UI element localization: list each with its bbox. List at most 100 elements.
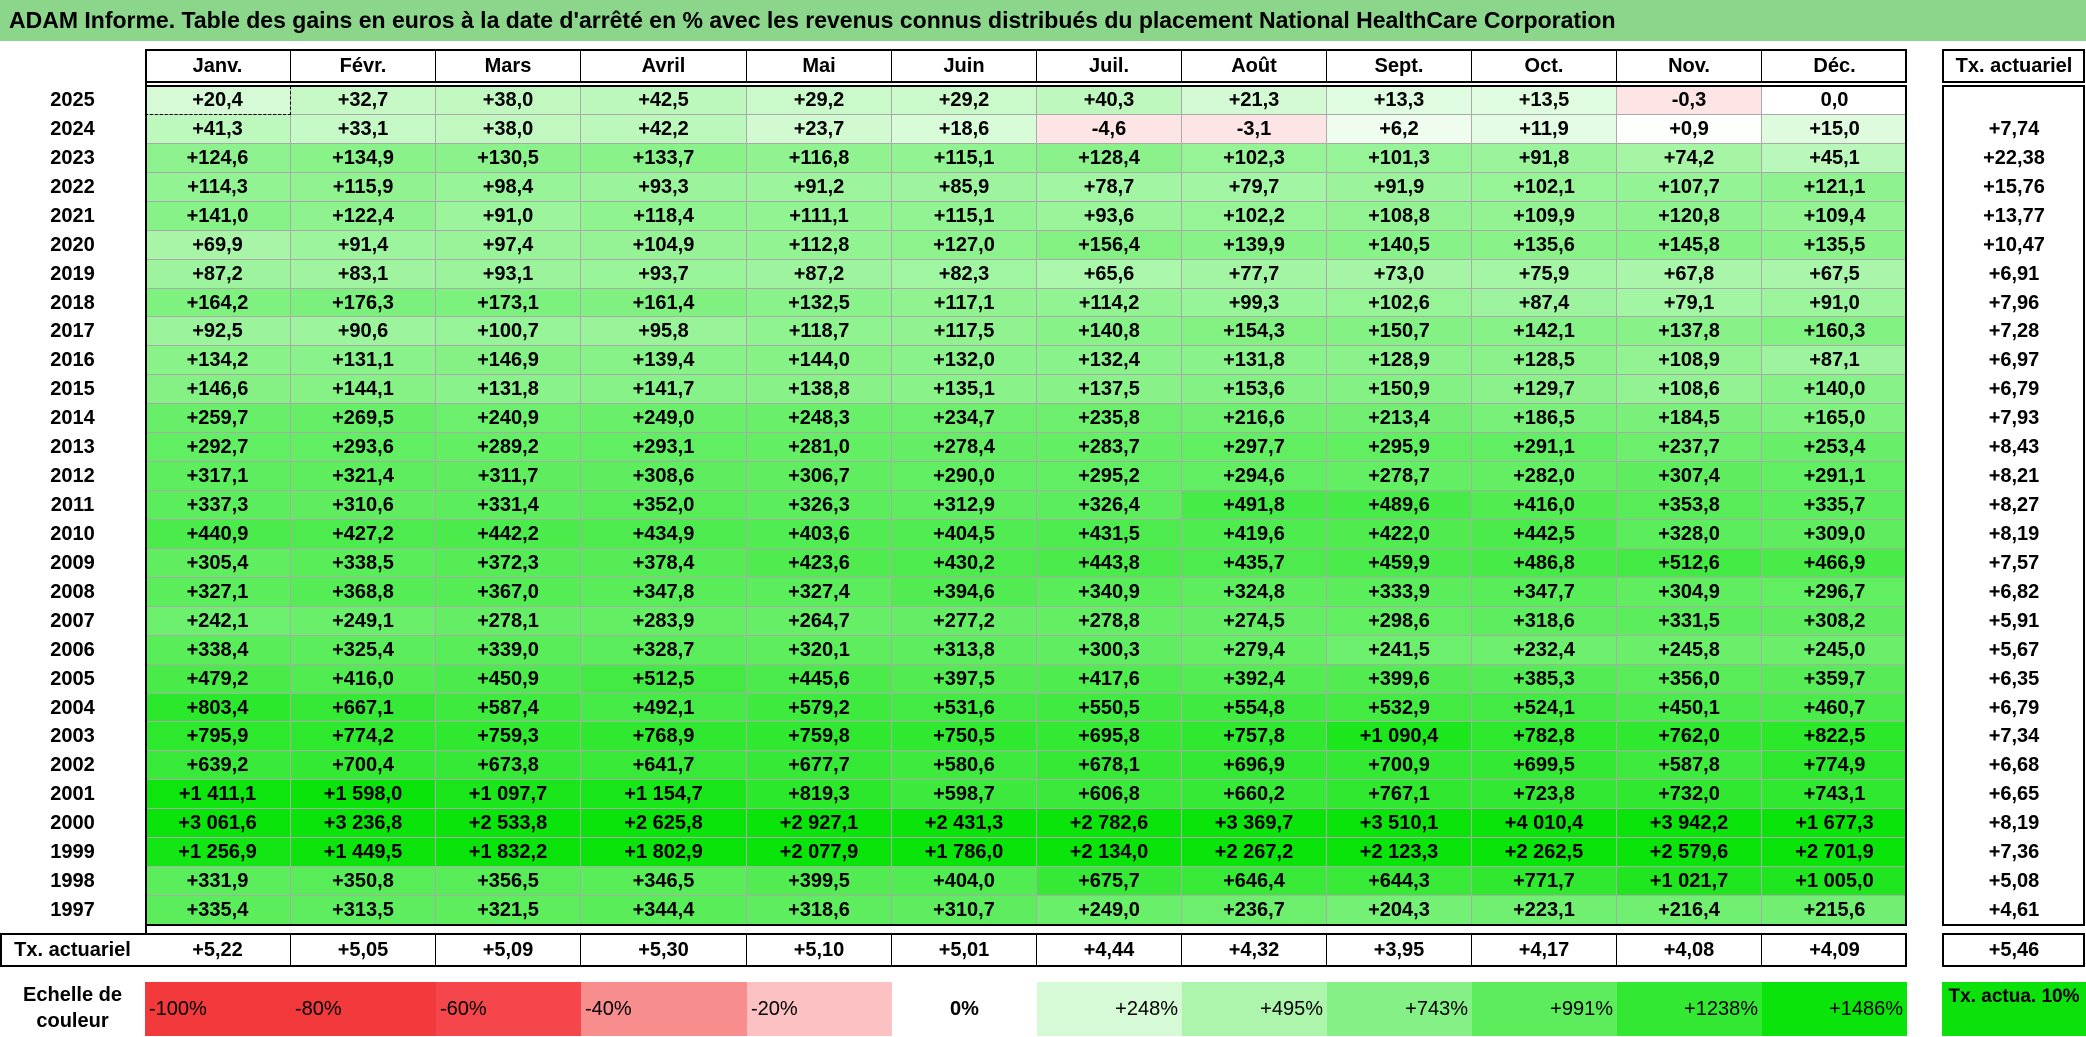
- row-year-label: 2015: [0, 375, 145, 405]
- heatmap-cell: +104,9: [581, 230, 747, 260]
- row-year-label: 2007: [0, 606, 145, 636]
- heatmap-cell: +146,6: [145, 375, 291, 405]
- heatmap-cell: +423,6: [747, 548, 892, 578]
- color-scale-step: +991%: [1472, 982, 1617, 1036]
- heatmap-cell: +40,3: [1037, 86, 1182, 115]
- heatmap-cell: +312,9: [892, 491, 1037, 520]
- heatmap-cell: +74,2: [1617, 143, 1762, 173]
- heatmap-cell: +819,3: [747, 780, 892, 810]
- row-year-label: 2024: [0, 114, 145, 144]
- heatmap-cell: +11,9: [1472, 114, 1617, 144]
- heatmap-cell: +38,0: [436, 114, 581, 144]
- heatmap-cell: +378,4: [581, 548, 747, 578]
- heatmap-cell: +232,4: [1472, 635, 1617, 665]
- column-header: Août: [1182, 49, 1327, 83]
- heatmap-cell: +404,5: [892, 519, 1037, 549]
- heatmap-cell: +699,5: [1472, 751, 1617, 781]
- heatmap-cell: +732,0: [1617, 780, 1762, 810]
- heatmap-cell: +99,3: [1182, 288, 1327, 318]
- heatmap-cell: +140,0: [1762, 375, 1907, 405]
- heatmap-cell: +142,1: [1472, 317, 1617, 347]
- rate-cell: +7,28: [1942, 317, 2086, 347]
- heatmap-cell: +165,0: [1762, 404, 1907, 434]
- heatmap-cell: +306,7: [747, 462, 892, 491]
- heatmap-cell: +132,0: [892, 346, 1037, 376]
- heatmap-cell: +283,7: [1037, 433, 1182, 463]
- heatmap-cell: +2 077,9: [747, 838, 892, 868]
- heatmap-cell: +117,1: [892, 288, 1037, 318]
- heatmap-cell: +491,8: [1182, 491, 1327, 520]
- heatmap-cell: +416,0: [291, 664, 436, 694]
- heatmap-cell: +128,5: [1472, 346, 1617, 376]
- heatmap-cell: +164,2: [145, 288, 291, 318]
- heatmap-cell: +245,0: [1762, 635, 1907, 665]
- heatmap-cell: +42,2: [581, 114, 747, 144]
- heatmap-cell: +350,8: [291, 867, 436, 897]
- heatmap-cell: +313,5: [291, 896, 436, 925]
- column-header: Oct.: [1472, 49, 1617, 83]
- rate-cell: +10,47: [1942, 230, 2086, 260]
- heatmap-cell: +236,7: [1182, 896, 1327, 925]
- rate-cell: +7,34: [1942, 722, 2086, 752]
- column-header: Févr.: [291, 49, 436, 83]
- heatmap-cell: +289,2: [436, 433, 581, 463]
- heatmap-cell: +1 598,0: [291, 780, 436, 810]
- heatmap-cell: +42,5: [581, 86, 747, 115]
- heatmap-cell: +109,4: [1762, 201, 1907, 231]
- heatmap-cell: +277,2: [892, 606, 1037, 636]
- heatmap-cell: +338,5: [291, 548, 436, 578]
- heatmap-cell: +822,5: [1762, 722, 1907, 752]
- heatmap-cell: +340,9: [1037, 577, 1182, 607]
- heatmap-cell: +245,8: [1617, 635, 1762, 665]
- heatmap-cell: +606,8: [1037, 780, 1182, 810]
- rate-cell: +6,79: [1942, 693, 2086, 723]
- heatmap-cell: +150,7: [1327, 317, 1472, 347]
- heatmap-cell: +443,8: [1037, 548, 1182, 578]
- heatmap-cell: +307,4: [1617, 462, 1762, 491]
- heatmap-cell: +450,1: [1617, 693, 1762, 723]
- heatmap-cell: +486,8: [1472, 548, 1617, 578]
- heatmap-cell: +69,9: [145, 230, 291, 260]
- heatmap-cell: +2 701,9: [1762, 838, 1907, 868]
- heatmap-cell: +128,4: [1037, 143, 1182, 173]
- heatmap-cell: -4,6: [1037, 114, 1182, 144]
- heatmap-cell: +115,1: [892, 143, 1037, 173]
- heatmap-cell: +1 154,7: [581, 780, 747, 810]
- heatmap-cell: +130,5: [436, 143, 581, 173]
- heatmap-cell: +430,2: [892, 548, 1037, 578]
- heatmap-cell: -0,3: [1617, 86, 1762, 115]
- rate-cell: +6,68: [1942, 751, 2086, 781]
- row-year-label: 2018: [0, 288, 145, 318]
- heatmap-cell: +762,0: [1617, 722, 1762, 752]
- heatmap-cell: +234,7: [892, 404, 1037, 434]
- heatmap-cell: +83,1: [291, 259, 436, 289]
- heatmap-cell: +156,4: [1037, 230, 1182, 260]
- heatmap-cell: +2 262,5: [1472, 838, 1617, 868]
- heatmap-cell: +782,8: [1472, 722, 1617, 752]
- heatmap-cell: +644,3: [1327, 867, 1472, 897]
- heatmap-cell: +141,7: [581, 375, 747, 405]
- heatmap-cell: +1 090,4: [1327, 722, 1472, 752]
- summary-row-label: Tx. actuariel: [0, 933, 145, 967]
- column-header: Déc.: [1762, 49, 1907, 83]
- heatmap-cell: +1 802,9: [581, 838, 747, 868]
- heatmap-cell: +91,2: [747, 172, 892, 202]
- column-header: Avril: [581, 49, 747, 83]
- heatmap-cell: +112,8: [747, 230, 892, 260]
- heatmap-cell: +135,6: [1472, 230, 1617, 260]
- heatmap-cell: +550,5: [1037, 693, 1182, 723]
- heatmap-cell: +771,7: [1472, 867, 1617, 897]
- summary-cell: +4,08: [1617, 933, 1762, 967]
- heatmap-cell: +213,4: [1327, 404, 1472, 434]
- heatmap-cell: +78,7: [1037, 172, 1182, 202]
- heatmap-cell: +291,1: [1762, 462, 1907, 491]
- heatmap-cell: +283,9: [581, 606, 747, 636]
- summary-cell: +5,30: [581, 933, 747, 967]
- heatmap-cell: +87,4: [1472, 288, 1617, 318]
- heatmap-table: Janv. Févr. Mars Avril Mai Juin Juil. Août Sept.…: [0, 0, 2086, 1037]
- summary-cell: +4,09: [1762, 933, 1907, 967]
- heatmap-cell: +137,8: [1617, 317, 1762, 347]
- rate-cell: +7,36: [1942, 838, 2086, 868]
- heatmap-cell: +399,5: [747, 867, 892, 897]
- summary-cell: +5,05: [291, 933, 436, 967]
